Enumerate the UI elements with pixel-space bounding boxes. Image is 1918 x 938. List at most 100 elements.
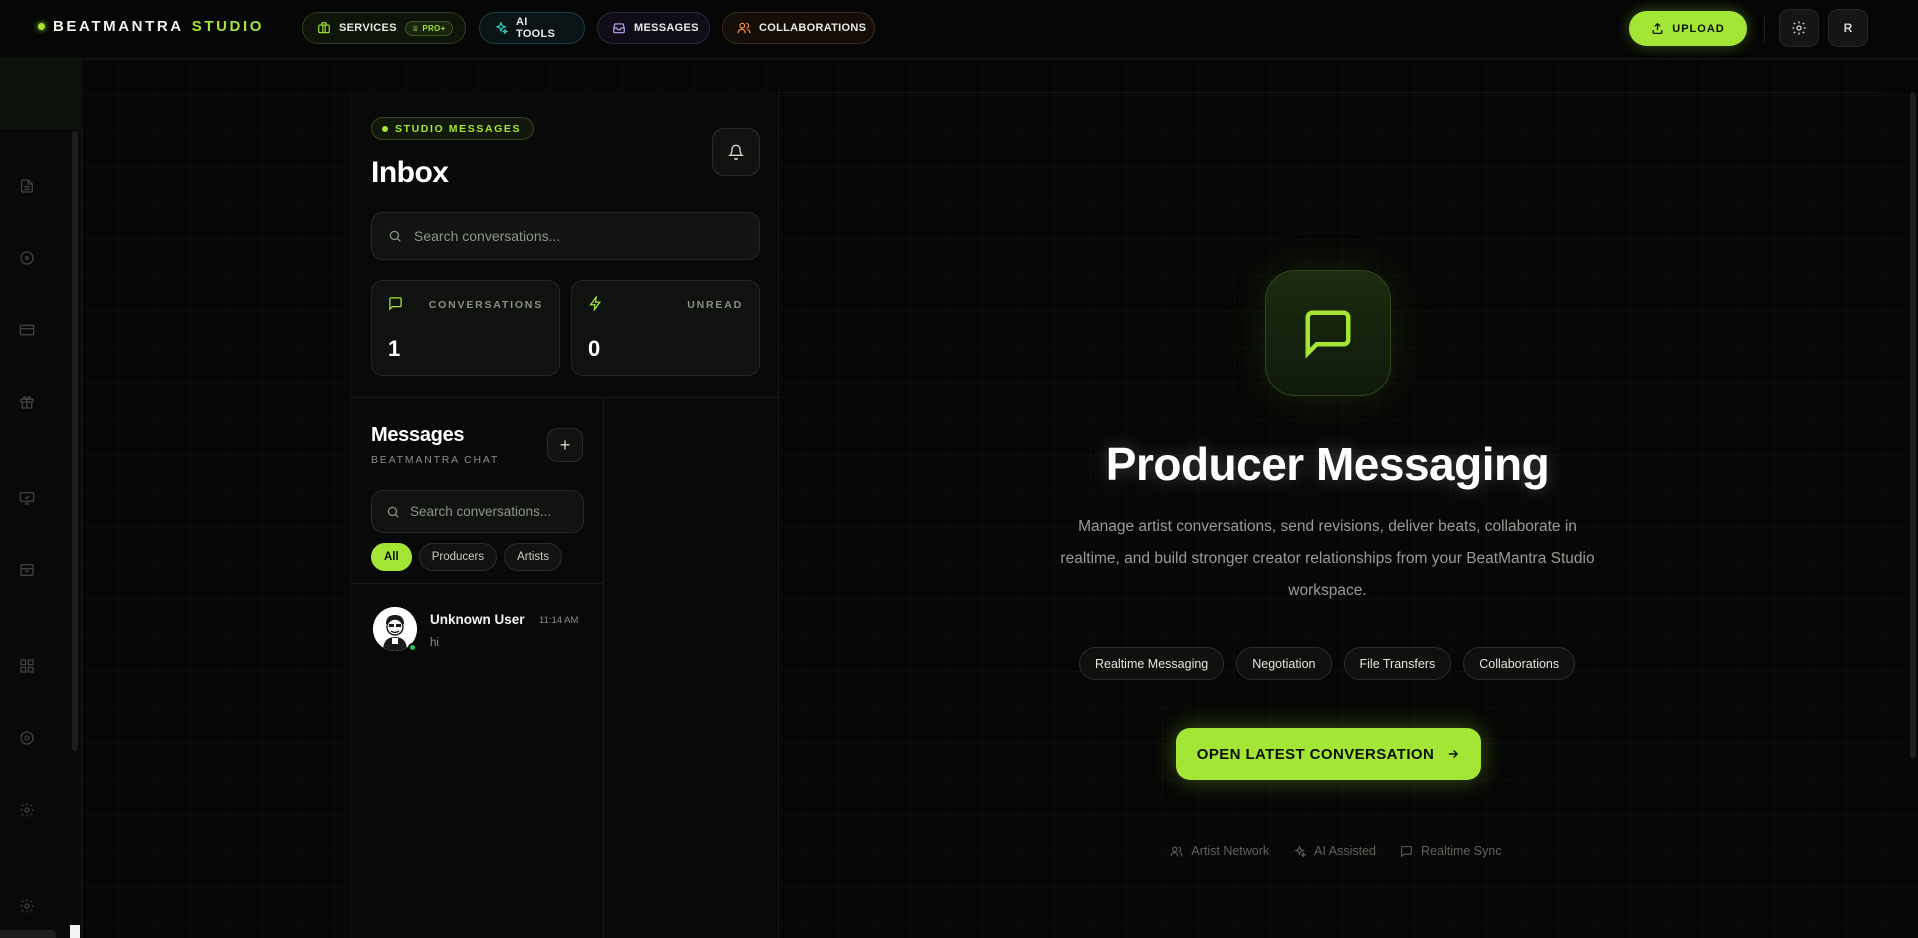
messages-title: Messages [371,424,465,446]
nav-messages-label: MESSAGES [634,22,699,34]
filter-artists[interactable]: Artists [504,543,563,571]
unread-stat-value: 0 [588,336,601,361]
feature-chip: File Transfers [1343,647,1452,680]
nav-services-label: SERVICES [339,22,397,34]
left-sidebar [0,59,82,938]
users-icon [1170,845,1183,858]
brand-dot-icon [38,23,45,30]
footer-item: Artist Network [1170,844,1269,858]
filter-producers[interactable]: Producers [418,543,498,571]
monitor-icon[interactable] [19,490,37,508]
footer-item-label: AI Assisted [1314,844,1377,858]
conversation-preview: hi [430,637,439,649]
inbox-icon [612,21,626,35]
card-icon[interactable] [19,322,37,340]
feature-chip: Negotiation [1236,647,1332,680]
nav-ai-tools-button[interactable]: AI TOOLS [479,12,585,44]
hero-title: Producer Messaging [1105,438,1550,490]
nav-collaborations-button[interactable]: COLLABORATIONS [722,12,875,44]
filter-chips: All Producers Artists [371,543,563,571]
user-avatar-button[interactable]: R [1828,9,1868,47]
brand-name: BEATMANTRA [53,18,184,35]
page-title: Inbox [371,156,449,189]
sparkles-icon [494,21,508,35]
footer-item: Realtime Sync [1400,844,1502,858]
inbox-panel: STUDIO MESSAGES Inbox CONVERSATIONS 1 UN… [350,92,780,938]
hero-chat-badge [1265,270,1391,396]
inbox-search [371,212,760,260]
messages-subtitle: BEATMANTRA CHAT [371,454,500,466]
search-icon [386,505,400,519]
nav-collaborations-label: COLLABORATIONS [759,22,867,34]
archive-icon[interactable] [19,562,37,580]
brand-suffix: STUDIO [191,18,264,35]
conversations-stat-value: 1 [388,336,401,361]
plus-icon: + [559,434,571,455]
unread-stat-label: UNREAD [687,299,743,311]
conversation-time: 11:14 AM [539,615,579,626]
pro-badge: ♕ PRO+ [404,20,453,36]
crown-icon: ♕ [411,23,420,33]
briefcase-icon [317,21,331,35]
messages-search-input[interactable] [410,504,570,519]
conversation-item[interactable]: Unknown User 11:14 AM hi [351,595,604,665]
pro-badge-label: PRO+ [422,23,446,33]
brand-logo[interactable]: BEATMANTRA STUDIO [38,18,264,35]
hero-description: Manage artist conversations, send revisi… [1060,518,1595,599]
upload-button[interactable]: UPLOAD [1629,11,1747,46]
gear-icon [1791,20,1807,36]
avatar-initial: R [1843,21,1853,35]
footer-item-label: Realtime Sync [1421,844,1502,858]
inbox-search-input[interactable] [414,228,714,244]
upload-icon [1651,22,1664,35]
feature-chip: Collaborations [1463,647,1576,680]
online-status-icon [408,643,417,652]
chat-icon [1301,306,1355,360]
sidebar-footer-bar [0,930,56,938]
disc-icon[interactable] [19,730,37,748]
nav-services-button[interactable]: SERVICES ♕ PRO+ [302,12,466,44]
sparkles-icon [1293,844,1307,858]
text-cursor [70,925,80,938]
gift-icon[interactable] [19,394,37,412]
nav-messages-button[interactable]: MESSAGES [597,12,710,44]
conversation-name: Unknown User [430,612,525,627]
unread-stat-card: UNREAD 0 [571,280,760,376]
bell-icon [728,144,744,160]
conversations-stat-label: CONVERSATIONS [428,299,543,311]
open-latest-conversation-button[interactable]: OPEN LATEST CONVERSATION [1176,728,1481,780]
footer-item-label: Artist Network [1191,844,1270,858]
main-scrollbar[interactable] [1910,92,1916,758]
feature-chip: Realtime Messaging [1079,647,1225,680]
chat-icon [1400,845,1413,858]
cta-label: OPEN LATEST CONVERSATION [1196,745,1435,763]
sidebar-header [0,59,82,129]
divider [351,583,604,584]
gear-icon[interactable] [19,802,37,820]
settings-button[interactable] [1779,9,1819,47]
messages-list-panel: Messages BEATMANTRA CHAT + All Producers… [351,398,604,938]
document-icon[interactable] [19,178,37,196]
status-dot-icon [382,125,388,132]
filter-all[interactable]: All [371,543,412,571]
arrow-right-icon [1446,747,1460,761]
upload-label: UPLOAD [1672,22,1725,35]
nav-divider [1764,16,1765,42]
search-icon [388,229,402,243]
hero-footer: Artist Network AI Assisted Realtime Sync [1156,844,1516,858]
users-icon [737,21,751,35]
gear-icon[interactable] [19,898,37,916]
studio-messages-tag-label: STUDIO MESSAGES [395,122,522,135]
grid-icon[interactable] [19,658,37,676]
feature-chips: Realtime Messaging Negotiation File Tran… [1079,647,1579,680]
notifications-button[interactable] [712,128,760,176]
nav-ai-tools-label: AI TOOLS [516,16,556,40]
new-conversation-button[interactable]: + [547,428,583,462]
conversations-stat-card: CONVERSATIONS 1 [371,280,560,376]
sidebar-scrollbar[interactable] [72,131,78,751]
disc-icon[interactable] [19,250,37,268]
footer-item: AI Assisted [1293,844,1376,858]
top-navigation: BEATMANTRA STUDIO SERVICES ♕ PRO+ AI TOO… [0,0,1918,59]
studio-messages-tag: STUDIO MESSAGES [371,117,535,140]
messages-search [371,490,584,533]
